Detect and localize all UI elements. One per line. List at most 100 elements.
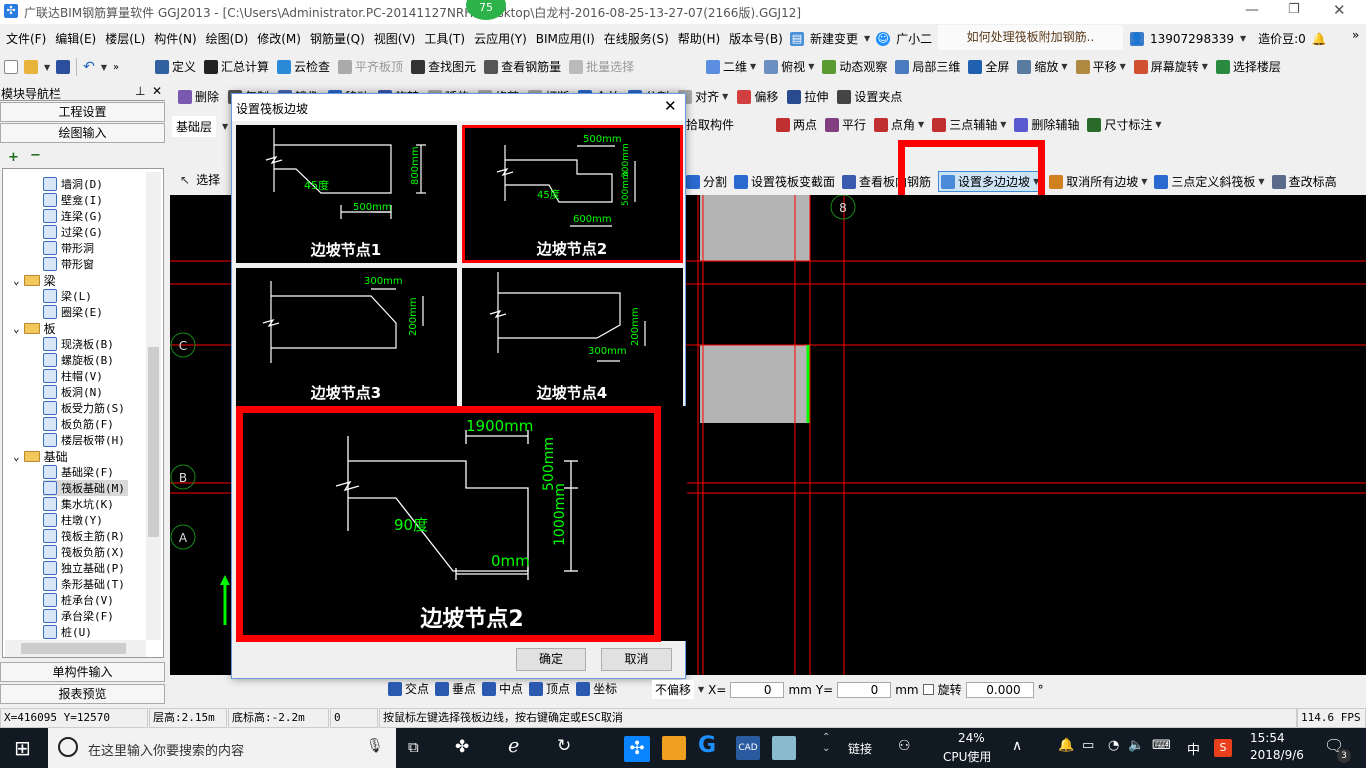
close-button[interactable]: ✕	[1333, 1, 1346, 19]
menu-item-button[interactable]: 在线服务(S)	[604, 30, 669, 47]
slope-node-1-option[interactable]: 45度 500mm 800mm 边坡节点1	[236, 125, 457, 263]
axis-button[interactable]: 平行	[825, 116, 866, 133]
edit-button[interactable]: 拉伸	[787, 88, 828, 105]
snap-button[interactable]: 坐标	[576, 680, 617, 697]
bell-icon[interactable]: 🔔	[1312, 32, 1327, 46]
chevron-down-icon[interactable]: ⌄	[13, 450, 20, 463]
sogou-icon[interactable]: S	[1214, 739, 1232, 757]
open-folder-icon[interactable]	[24, 60, 38, 74]
tree-item[interactable]: 条形基础(T)	[43, 576, 125, 592]
notes-app-icon[interactable]	[662, 736, 686, 760]
tree-item[interactable]: 桩承台(V)	[43, 592, 114, 608]
view-button[interactable]: 平移 ▼	[1075, 58, 1126, 75]
microphone-icon[interactable]: 🎙	[366, 738, 384, 754]
angle-input[interactable]: 0.000	[965, 681, 1034, 698]
edit-button[interactable]: 偏移	[737, 88, 778, 105]
undo-icon[interactable]: ↶	[83, 59, 95, 75]
tree-item[interactable]: 桩(U)	[43, 624, 92, 640]
ggj-app-icon[interactable]	[772, 736, 796, 760]
wifi-icon[interactable]: ◔	[1108, 738, 1119, 753]
raft-button[interactable]: 查改标高	[1271, 173, 1337, 190]
glodon-app-icon[interactable]: ✣	[624, 736, 650, 762]
tree-item[interactable]: 螺旋板(B)	[43, 352, 114, 368]
menu-item-button[interactable]: BIM应用(I)	[536, 30, 595, 47]
snap-button[interactable]: 交点	[388, 680, 429, 697]
toolbar-button[interactable]: 批量选择	[569, 58, 634, 75]
windows-start-icon[interactable]: ⊞	[14, 736, 31, 760]
menu-item-button[interactable]: 版本号(B)	[729, 30, 783, 47]
edit-button[interactable]: 删除	[178, 88, 219, 105]
snap-button[interactable]: 顶点	[529, 680, 570, 697]
menu-item-button[interactable]: 楼层(L)	[105, 30, 145, 47]
tree-item[interactable]: 壁龛(I)	[43, 192, 103, 208]
tree-item[interactable]: 现浇板(B)	[43, 336, 114, 352]
view-button[interactable]: 俯视 ▼	[764, 58, 814, 75]
raft-button[interactable]: 三点定义斜筏板 ▼	[1154, 173, 1265, 190]
tree-item[interactable]: 柱墩(Y)	[43, 512, 103, 528]
view-button[interactable]: 屏幕旋转 ▼	[1133, 58, 1208, 75]
offset-select[interactable]: 不偏移	[652, 680, 695, 699]
tree-horizontal-scrollbar[interactable]	[5, 640, 146, 657]
toolbar-button[interactable]: 平齐板顶	[338, 58, 403, 75]
axis-button[interactable]: 删除辅轴	[1014, 116, 1079, 133]
raft-button[interactable]: 设置筏板变截面	[734, 173, 835, 190]
clock-date[interactable]: 2018/9/6	[1250, 748, 1304, 762]
x-input[interactable]: 0	[730, 681, 785, 698]
tree-item[interactable]: 筏板负筋(X)	[43, 544, 125, 560]
cad-app-icon[interactable]: CAD	[736, 736, 760, 760]
view-button[interactable]: 选择楼层	[1215, 58, 1281, 75]
draw-input-tab[interactable]: 绘图输入	[0, 123, 165, 143]
tree-item[interactable]: 圈梁(E)	[43, 304, 103, 320]
nav-close-icon[interactable]: ✕	[152, 84, 162, 98]
y-input[interactable]: 0	[837, 681, 892, 698]
edit-button[interactable]: 设置夹点	[837, 88, 902, 105]
menu-item-button[interactable]: 帮助(H)	[678, 30, 720, 47]
menu-item-button[interactable]: 绘图(D)	[206, 30, 249, 47]
tree-item[interactable]: 板受力筋(S)	[43, 400, 125, 416]
fan-app-icon[interactable]: ✤	[455, 737, 469, 757]
taskbar-search[interactable]: 在这里输入你要搜索的内容 🎙	[48, 728, 396, 768]
axis-button[interactable]: 两点	[776, 116, 817, 133]
rotate-checkbox[interactable]	[922, 684, 934, 695]
axis-button[interactable]: 尺寸标注 ▼	[1087, 116, 1162, 133]
user-account[interactable]: 13907298339	[1150, 32, 1234, 46]
volume-icon[interactable]: 🔈	[1128, 738, 1144, 753]
view-button[interactable]: 缩放 ▼	[1017, 58, 1068, 75]
tree-folder[interactable]: ⌄ 基础	[13, 448, 68, 464]
tree-item[interactable]: 板负筋(F)	[43, 416, 114, 432]
save-icon[interactable]	[56, 60, 71, 74]
tree-item[interactable]: 筏板基础(M)	[43, 480, 128, 496]
menu-item-button[interactable]: 视图(V)	[374, 30, 416, 47]
cancel-button[interactable]: 取消	[601, 648, 672, 671]
tree-item[interactable]: 带形窗	[43, 256, 94, 272]
chevron-down-icon[interactable]: ⌄	[13, 274, 20, 287]
tree-vertical-scrollbar[interactable]	[146, 172, 161, 640]
restore-button[interactable]: ❐	[1288, 2, 1300, 17]
ie-icon[interactable]: ℯ	[508, 735, 519, 757]
overflow-icon[interactable]: »	[1352, 28, 1359, 42]
snap-button[interactable]: 垂点	[435, 680, 476, 697]
toolbar-button[interactable]: 定义	[155, 58, 196, 75]
tree-item[interactable]: 基础梁(F)	[43, 464, 114, 480]
slope-node-2-option[interactable]: 500mm 45度 300mm 500mm 600mm 边坡节点2	[462, 125, 683, 263]
axis-button[interactable]: 三点辅轴 ▼	[932, 116, 1006, 133]
notification-bell-icon[interactable]: 🔔	[1058, 738, 1074, 753]
slope-node-4-option[interactable]: 300mm 200mm 边坡节点4	[462, 268, 683, 406]
view-button[interactable]: 局部三维	[895, 58, 960, 75]
glodon-g-icon[interactable]: G	[698, 733, 716, 758]
expand-all-icon[interactable]: +	[8, 150, 19, 165]
view-button[interactable]: 二维 ▼	[706, 58, 756, 75]
menu-item-button[interactable]: 构件(N)	[154, 30, 196, 47]
menu-item-button[interactable]: 工具(T)	[424, 30, 465, 47]
slope-node-3-option[interactable]: 300mm 200mm 边坡节点3	[236, 268, 457, 406]
tree-item[interactable]: 柱帽(V)	[43, 368, 103, 384]
people-icon[interactable]: ⚇	[898, 738, 911, 754]
taskbar-scroll-icon[interactable]: ⌃ ⌄	[822, 732, 830, 754]
project-settings-tab[interactable]: 工程设置	[0, 102, 165, 122]
toolbar-button[interactable]: 查找图元	[411, 58, 476, 75]
dialog-close-button[interactable]: ✕	[664, 97, 677, 115]
browser-icon[interactable]: ↻	[557, 736, 571, 756]
minimize-button[interactable]: —	[1245, 2, 1259, 18]
single-component-tab[interactable]: 单构件输入	[0, 662, 165, 682]
tree-item[interactable]: 过梁(G)	[43, 224, 103, 240]
